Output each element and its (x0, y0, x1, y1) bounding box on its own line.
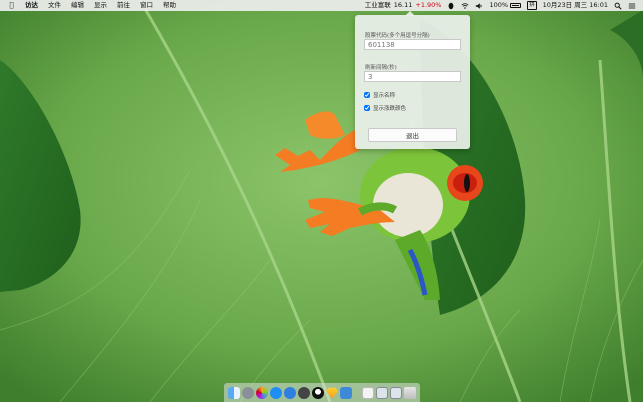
quit-button[interactable]: 退出 (368, 128, 457, 142)
menu-edit[interactable]: 编辑 (66, 0, 89, 11)
trash-icon[interactable] (404, 386, 416, 399)
stock-ticker-status-item[interactable]: 工业富联 16.11 +1.90% (362, 0, 445, 11)
show-name-label: 显示名称 (373, 93, 396, 99)
xcode-icon[interactable] (340, 386, 352, 399)
show-name-checkbox[interactable] (364, 92, 370, 98)
stock-code-input[interactable] (364, 39, 461, 50)
notification-center-icon[interactable] (625, 2, 639, 10)
refresh-interval-input[interactable] (364, 71, 461, 82)
menu-bar-left:  访达 文件 编辑 显示 前往 窗口 帮助 (4, 0, 181, 11)
menu-view[interactable]: 显示 (89, 0, 112, 11)
screen-window-icon-2[interactable] (390, 386, 402, 399)
menu-bar-extras: 工业富联 16.11 +1.90% 100% 拼 10月23日 周三 16:01 (362, 0, 639, 11)
menu-window[interactable]: 窗口 (135, 0, 158, 11)
input-method-label: 拼 (527, 1, 537, 10)
apple-icon[interactable]:  (4, 0, 20, 11)
menu-go[interactable]: 前往 (112, 0, 135, 11)
input-method-status[interactable]: 拼 (524, 1, 540, 10)
app-store-icon[interactable] (270, 386, 282, 399)
spotlight-icon[interactable] (611, 2, 625, 10)
wifi-icon[interactable] (458, 2, 472, 10)
clock[interactable]: 10月23日 周三 16:01 (540, 0, 611, 11)
show-name-option[interactable]: 显示名称 (364, 91, 395, 99)
menu-bar:  访达 文件 编辑 显示 前往 窗口 帮助 工业富联 16.11 +1.90%… (0, 0, 643, 11)
refresh-interval-label: 刷新间隔(秒) (365, 65, 397, 71)
finder-icon[interactable] (228, 386, 240, 399)
volume-icon[interactable] (472, 2, 486, 10)
document-icon[interactable] (362, 386, 374, 399)
qq-icon[interactable] (312, 386, 324, 399)
sketch-icon[interactable] (326, 387, 338, 399)
photos-icon[interactable] (256, 386, 268, 399)
battery-status[interactable]: 100% (486, 0, 524, 11)
qq-icon[interactable] (444, 2, 458, 10)
show-color-option[interactable]: 显示涨跌颜色 (364, 104, 406, 112)
safari-icon[interactable] (284, 386, 296, 399)
show-color-label: 显示涨跌颜色 (373, 106, 407, 112)
activity-monitor-icon[interactable] (298, 386, 310, 399)
stock-settings-popover: 股票代码(多个用逗号分隔) 刷新间隔(秒) 显示名称 显示涨跌颜色 退出 (355, 11, 470, 149)
screen-window-icon[interactable] (376, 386, 388, 399)
dock (224, 383, 420, 402)
stock-price: 16.11 (393, 1, 413, 9)
battery-icon (510, 3, 522, 8)
stock-name: 工业富联 (364, 1, 391, 9)
menu-app-name[interactable]: 访达 (20, 0, 43, 11)
menu-file[interactable]: 文件 (43, 0, 66, 11)
show-color-checkbox[interactable] (364, 105, 370, 111)
launchpad-icon[interactable] (242, 386, 254, 399)
stock-code-label: 股票代码(多个用逗号分隔) (365, 33, 430, 39)
menu-help[interactable]: 帮助 (158, 0, 181, 11)
desktop-wallpaper (0, 0, 643, 402)
stock-change: +1.90% (415, 1, 442, 9)
battery-percent: 100% (489, 1, 509, 9)
